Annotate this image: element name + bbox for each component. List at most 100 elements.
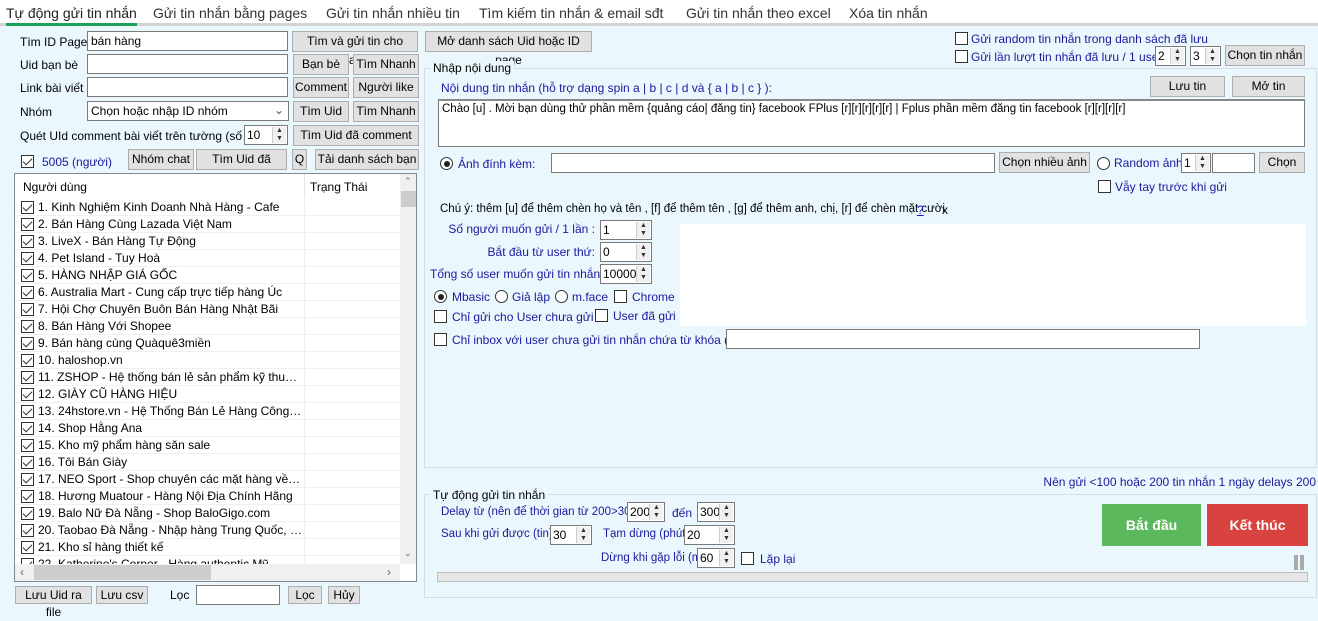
list-item[interactable]: 6. Australia Mart - Cung cấp trực tiếp h… (15, 284, 400, 301)
choose-button[interactable]: Chọn (1259, 152, 1305, 173)
row-checkbox[interactable] (21, 286, 34, 299)
column-header-status[interactable]: Trạng Thái (310, 180, 367, 194)
attach-image-input[interactable] (551, 153, 995, 173)
list-item[interactable]: 21. Kho sỉ hàng thiết kế (15, 539, 400, 556)
find-uid-button[interactable]: Tìm Uid (293, 101, 349, 122)
scroll-down-icon[interactable]: ⌄ (404, 548, 412, 559)
quick-find-button[interactable]: Tìm Nhanh (353, 54, 419, 75)
q-button[interactable]: Q (292, 149, 307, 170)
load-friends-button[interactable]: Tải danh sách bạn (315, 149, 419, 170)
likers-button[interactable]: Người like (353, 77, 419, 98)
stepper-arrows-icon[interactable]: ▲ ▼ (576, 527, 590, 543)
pause-icon[interactable] (1294, 555, 1306, 570)
sent-users-checkbox[interactable] (595, 309, 608, 322)
list-item[interactable]: 4. Pet Island - Tuy Hoà (15, 250, 400, 267)
scroll-right-icon[interactable]: › (387, 565, 391, 579)
stepper-arrows-icon[interactable]: ▲ ▼ (719, 550, 733, 566)
find-send-page-button[interactable]: Tìm và gửi tin cho Page (292, 31, 418, 67)
save-uid-file-button[interactable]: Lưu Uid ra file (15, 586, 92, 619)
row-checkbox[interactable] (21, 371, 34, 384)
row-checkbox[interactable] (21, 456, 34, 469)
list-item[interactable]: 9. Bán hàng cùng Quàquê3miền (15, 335, 400, 352)
seq-from-stepper[interactable]: 2 ▲ ▼ (1155, 46, 1186, 66)
list-item[interactable]: 12. GIÀY CŨ HÀNG HIỆU (15, 386, 400, 403)
random-image-radio[interactable] (1097, 157, 1110, 170)
row-checkbox[interactable] (21, 337, 34, 350)
scroll-thumb[interactable] (401, 191, 416, 207)
stepper-arrows-icon[interactable]: ▲ ▼ (636, 266, 650, 282)
horizontal-scrollbar[interactable]: ‹ › (15, 564, 400, 581)
list-item[interactable]: 16. Tôi Bán Giày (15, 454, 400, 471)
stop-error-stepper[interactable]: 60 ▲ ▼ (697, 548, 735, 568)
row-checkbox[interactable] (21, 354, 34, 367)
random-saved-checkbox[interactable] (955, 32, 968, 45)
start-button[interactable]: Bắt đầu (1102, 504, 1201, 546)
row-checkbox[interactable] (21, 388, 34, 401)
list-item[interactable]: 11. ZSHOP - Hệ thống bán lẻ sản phẩm kỹ … (15, 369, 400, 386)
stepper-arrows-icon[interactable]: ▲ ▼ (719, 504, 733, 520)
list-item[interactable]: 8. Bán Hàng Với Shopee (15, 318, 400, 335)
cancel-filter-button[interactable]: Hủy (328, 586, 360, 604)
filter-button[interactable]: Lọc (288, 586, 322, 604)
row-checkbox[interactable] (21, 252, 34, 265)
list-item[interactable]: 1. Kinh Nghiệm Kinh Doanh Nhà Hàng - Caf… (15, 199, 400, 216)
row-checkbox[interactable] (21, 524, 34, 537)
start-user-stepper[interactable]: 0 ▲ ▼ (600, 242, 652, 262)
tab-delete[interactable]: Xóa tin nhắn (849, 5, 928, 21)
list-item[interactable]: 13. 24hstore.vn - Hệ Thống Bán Lẻ Hàng C… (15, 403, 400, 420)
message-textarea[interactable]: Chào [u] . Mời bạn dùng thử phần mềm {qu… (438, 99, 1305, 147)
only-unsent-checkbox[interactable] (434, 310, 447, 323)
open-message-button[interactable]: Mở tin (1232, 76, 1305, 97)
keyword-checkbox[interactable] (434, 333, 447, 346)
group-chat-button[interactable]: Nhóm chat (128, 149, 194, 170)
wave-checkbox[interactable] (1098, 180, 1111, 193)
stepper-arrows-icon[interactable]: ▲ ▼ (636, 244, 650, 260)
delay-to-stepper[interactable]: 300 ▲ ▼ (697, 502, 735, 522)
list-item[interactable]: 18. Hương Muatour - Hàng Nội Địa Chính H… (15, 488, 400, 505)
seq-to-stepper[interactable]: 3 ▲ ▼ (1190, 46, 1221, 66)
tab-send-pages[interactable]: Gửi tin nhắn bằng pages (153, 5, 307, 21)
row-checkbox[interactable] (21, 405, 34, 418)
total-stepper[interactable]: 10000 ▲ ▼ (600, 264, 652, 284)
sequential-checkbox[interactable] (955, 50, 968, 63)
stepper-arrows-icon[interactable]: ▲ ▼ (636, 222, 650, 238)
save-csv-button[interactable]: Lưu csv (96, 586, 148, 604)
group-select[interactable]: Chọn hoặc nhập ID nhóm ⌄ (87, 101, 289, 121)
list-item[interactable]: 5. HÀNG NHẬP GIÁ GỐC (15, 267, 400, 284)
list-item[interactable]: 10. haloshop.vn (15, 352, 400, 369)
choose-message-button[interactable]: Chọn tin nhắn (1225, 45, 1305, 66)
stepper-arrows-icon[interactable]: ▲ ▼ (719, 527, 733, 543)
tab-multi-message[interactable]: Gửi tin nhắn nhiều tin (326, 5, 460, 21)
scan-count-stepper[interactable]: 10 ▲ ▼ (244, 125, 288, 145)
close-note-button[interactable]: x (942, 203, 948, 217)
row-checkbox[interactable] (21, 473, 34, 486)
chrome-checkbox[interactable] (614, 290, 627, 303)
list-item[interactable]: 15. Kho mỹ phẩm hàng săn sale (15, 437, 400, 454)
list-item[interactable]: 7. Hội Chợ Chuyên Buôn Bán Hàng Nhật Bãi (15, 301, 400, 318)
keyword-input[interactable] (726, 329, 1200, 349)
save-message-button[interactable]: Lưu tin (1150, 76, 1225, 97)
row-checkbox[interactable] (21, 235, 34, 248)
tab-auto-send[interactable]: Tự động gửi tin nhắn (6, 5, 137, 26)
row-checkbox[interactable] (21, 541, 34, 554)
list-item[interactable]: 19. Balo Nữ Đà Nẵng - Shop BaloGigo.com (15, 505, 400, 522)
find-inboxed-button[interactable]: Tìm Uid đã inbox (196, 149, 287, 185)
list-item[interactable]: 20. Taobao Đà Nẵng - Nhập hàng Trung Quố… (15, 522, 400, 539)
row-checkbox[interactable] (21, 320, 34, 333)
row-checkbox[interactable] (21, 218, 34, 231)
hscroll-thumb[interactable] (34, 565, 211, 580)
filter-input[interactable] (196, 585, 280, 605)
delay-from-stepper[interactable]: 200 ▲ ▼ (627, 502, 665, 522)
row-checkbox[interactable] (21, 490, 34, 503)
list-item[interactable]: 3. LiveX - Bán Hàng Tự Động (15, 233, 400, 250)
find-commented-button[interactable]: Tìm Uid đã comment (293, 125, 419, 146)
column-header-user[interactable]: Người dùng (23, 180, 87, 194)
after-stepper[interactable]: 30 ▲ ▼ (550, 525, 592, 545)
stop-button[interactable]: Kết thúc (1207, 504, 1308, 546)
open-list-button[interactable]: Mở danh sách Uid hoặc ID page (425, 31, 592, 67)
stepper-arrows-icon[interactable]: ▲ ▼ (272, 127, 286, 143)
select-all-checkbox[interactable] (21, 155, 34, 168)
mbasic-radio[interactable] (434, 290, 447, 303)
choose-images-button[interactable]: Chọn nhiều ảnh (999, 152, 1090, 173)
mface-radio[interactable] (555, 290, 568, 303)
